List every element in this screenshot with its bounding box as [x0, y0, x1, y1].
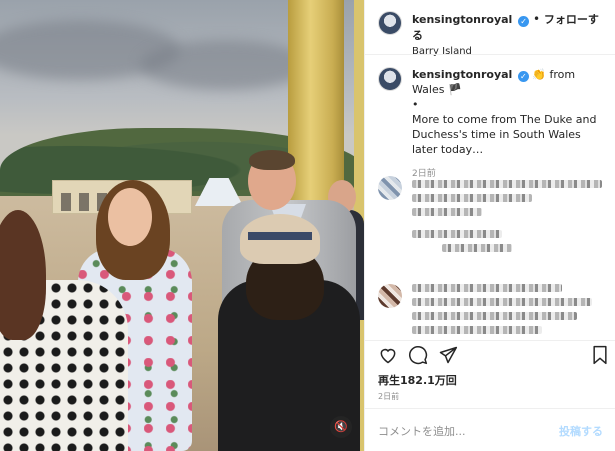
- view-count[interactable]: 再生182.1万回: [378, 372, 457, 388]
- avatar[interactable]: [378, 176, 402, 200]
- heart-icon[interactable]: [378, 345, 398, 365]
- comment-icon[interactable]: [408, 345, 428, 365]
- post-date[interactable]: 2日前: [378, 391, 399, 402]
- post-comment-button[interactable]: 投稿する: [559, 423, 603, 439]
- divider: [365, 54, 615, 55]
- post-sidebar: kensingtonroyal ✓ • フォローする Barry Island …: [364, 0, 615, 451]
- bookmark-icon[interactable]: [590, 345, 610, 365]
- verified-badge-icon: ✓: [518, 16, 530, 27]
- post-video[interactable]: 🔇: [0, 0, 364, 451]
- action-bar: [378, 345, 610, 367]
- comment-obscured: [378, 176, 608, 222]
- avatar[interactable]: [378, 11, 402, 35]
- cloud: [140, 40, 310, 90]
- separator: •: [532, 12, 541, 26]
- verified-badge-icon: ✓: [517, 71, 529, 82]
- paper-plane-icon[interactable]: [438, 345, 458, 365]
- location-link[interactable]: Barry Island: [412, 46, 608, 57]
- username-link[interactable]: kensingtonroyal: [412, 13, 512, 26]
- caption-text: More to come from The Duke and Duchess's…: [412, 113, 597, 156]
- speaker-muted-icon: 🔇: [334, 420, 348, 433]
- comment-obscured: [378, 230, 608, 258]
- post-header: kensingtonroyal ✓ • フォローする Barry Island: [378, 11, 608, 57]
- mute-button[interactable]: 🔇: [330, 416, 352, 438]
- caption-username[interactable]: kensingtonroyal: [412, 68, 512, 81]
- caption-bullet: •: [412, 98, 419, 111]
- comment-obscured: [378, 284, 608, 340]
- divider: [365, 340, 615, 341]
- avatar[interactable]: [378, 67, 402, 91]
- caption: kensingtonroyal ✓ 👏 from Wales 🏴 • More …: [378, 67, 608, 182]
- comment-bar: コメントを追加... 投稿する: [365, 408, 615, 451]
- avatar[interactable]: [378, 284, 402, 308]
- comment-input[interactable]: コメントを追加...: [378, 423, 466, 439]
